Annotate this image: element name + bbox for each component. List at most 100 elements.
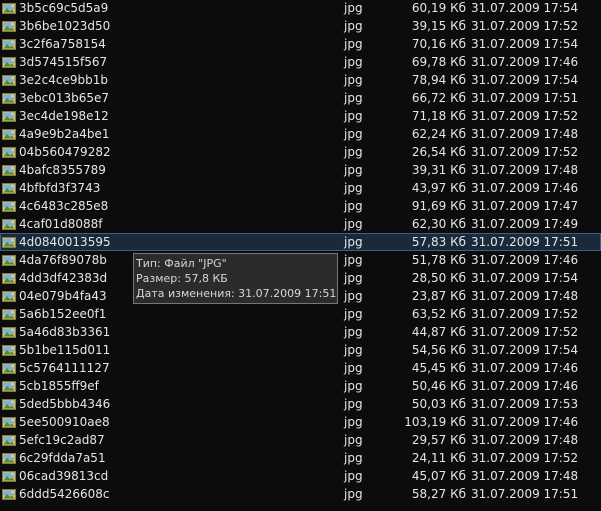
file-row[interactable]: 4caf01d8088f jpg 62,30 Кб 31.07.2009 17:… [0, 215, 601, 233]
file-name: 3b6be1023d50 [19, 19, 111, 33]
file-row[interactable]: 3b5c69c5d5a9 jpg 60,19 Кб 31.07.2009 17:… [0, 0, 601, 17]
file-size: 103,19 Кб [404, 415, 466, 429]
jpg-image-file-icon [2, 237, 16, 248]
file-extension: jpg [344, 397, 363, 411]
file-size: 24,11 Кб [411, 451, 466, 465]
file-size: 43,97 Кб [411, 181, 466, 195]
file-row[interactable]: 4c6483c285e8 jpg 91,69 Кб 31.07.2009 17:… [0, 197, 601, 215]
file-extension: jpg [344, 343, 363, 357]
file-extension: jpg [344, 289, 363, 303]
file-row[interactable]: 6c29fdda7a51 jpg 24,11 Кб 31.07.2009 17:… [0, 449, 601, 467]
jpg-image-file-icon [2, 183, 16, 194]
file-size: 78,94 Кб [411, 73, 466, 87]
file-extension: jpg [344, 271, 363, 285]
file-row[interactable]: 3c2f6a758154 jpg 70,16 Кб 31.07.2009 17:… [0, 35, 601, 53]
file-row[interactable]: 5cb1855ff9ef jpg 50,46 Кб 31.07.2009 17:… [0, 377, 601, 395]
file-extension: jpg [344, 55, 363, 69]
file-size: 63,52 Кб [411, 307, 466, 321]
jpg-image-file-icon [2, 3, 16, 14]
jpg-image-file-icon [2, 327, 16, 338]
file-row[interactable]: 5a46d83b3361 jpg 44,87 Кб 31.07.2009 17:… [0, 323, 601, 341]
file-size: 70,16 Кб [411, 37, 466, 51]
file-size: 50,03 Кб [411, 397, 466, 411]
file-row[interactable]: 3e2c4ce9bb1b jpg 78,94 Кб 31.07.2009 17:… [0, 71, 601, 89]
file-extension: jpg [344, 73, 363, 87]
file-row[interactable]: 3ebc013b65e7 jpg 66,72 Кб 31.07.2009 17:… [0, 89, 601, 107]
file-row[interactable]: 06cad39813cd jpg 45,07 Кб 31.07.2009 17:… [0, 467, 601, 485]
file-row[interactable]: 3d574515f567 jpg 69,78 Кб 31.07.2009 17:… [0, 53, 601, 71]
file-name: 5b1be115d011 [19, 343, 111, 357]
file-row[interactable]: 5c5764111127 jpg 45,45 Кб 31.07.2009 17:… [0, 359, 601, 377]
file-row[interactable]: 5a6b152ee0f1 jpg 63,52 Кб 31.07.2009 17:… [0, 305, 601, 323]
file-row[interactable]: 3ec4de198e12 jpg 71,18 Кб 31.07.2009 17:… [0, 107, 601, 125]
file-modified-date: 31.07.2009 17:51 [471, 91, 579, 105]
file-size: 58,27 Кб [411, 487, 466, 501]
file-modified-date: 31.07.2009 17:53 [471, 397, 579, 411]
file-size: 66,72 Кб [411, 91, 466, 105]
file-row-selected[interactable]: 4d0840013595 jpg 57,83 Кб 31.07.2009 17:… [0, 233, 601, 251]
file-name: 3b5c69c5d5a9 [19, 1, 109, 15]
file-name: 6ddd5426608c [19, 487, 110, 501]
file-name: 4d0840013595 [19, 235, 111, 249]
file-size: 45,07 Кб [411, 469, 466, 483]
file-name: 3ec4de198e12 [19, 109, 109, 123]
jpg-image-file-icon [2, 201, 16, 212]
jpg-image-file-icon [2, 219, 16, 230]
jpg-image-file-icon [2, 147, 16, 158]
file-modified-date: 31.07.2009 17:54 [471, 37, 579, 51]
file-name: 5cb1855ff9ef [19, 379, 99, 393]
file-name: 5c5764111127 [19, 361, 110, 375]
file-modified-date: 31.07.2009 17:46 [471, 55, 579, 69]
file-modified-date: 31.07.2009 17:52 [471, 109, 579, 123]
file-row[interactable]: 3b6be1023d50 jpg 39,15 Кб 31.07.2009 17:… [0, 17, 601, 35]
tooltip-type: Тип: Файл "JPG" [136, 257, 227, 270]
file-row[interactable]: 5b1be115d011 jpg 54,56 Кб 31.07.2009 17:… [0, 341, 601, 359]
file-row[interactable]: 4a9e9b2a4be1 jpg 62,24 Кб 31.07.2009 17:… [0, 125, 601, 143]
file-extension: jpg [344, 253, 363, 267]
file-modified-date: 31.07.2009 17:48 [471, 433, 579, 447]
file-name: 3d574515f567 [19, 55, 108, 69]
file-row[interactable]: 5efc19c2ad87 jpg 29,57 Кб 31.07.2009 17:… [0, 431, 601, 449]
file-name: 06cad39813cd [19, 469, 109, 483]
file-size: 28,50 Кб [411, 271, 466, 285]
file-name: 4a9e9b2a4be1 [19, 127, 110, 141]
file-extension: jpg [344, 19, 363, 33]
file-size: 29,57 Кб [411, 433, 466, 447]
file-info-tooltip: Тип: Файл "JPG" Размер: 57,8 КБ Дата изм… [133, 253, 338, 304]
file-modified-date: 31.07.2009 17:46 [471, 415, 579, 429]
file-row[interactable]: 6ddd5426608c jpg 58,27 Кб 31.07.2009 17:… [0, 485, 601, 503]
file-list[interactable]: 3b5c69c5d5a9 jpg 60,19 Кб 31.07.2009 17:… [0, 0, 601, 503]
jpg-image-file-icon [2, 111, 16, 122]
file-name: 04b560479282 [19, 145, 111, 159]
file-name: 5ded5bbb4346 [19, 397, 111, 411]
file-size: 62,24 Кб [411, 127, 466, 141]
file-modified-date: 31.07.2009 17:48 [471, 289, 579, 303]
jpg-image-file-icon [2, 39, 16, 50]
file-extension: jpg [344, 217, 363, 231]
file-extension: jpg [344, 181, 363, 195]
file-extension: jpg [344, 361, 363, 375]
file-extension: jpg [344, 469, 363, 483]
file-row[interactable]: 04b560479282 jpg 26,54 Кб 31.07.2009 17:… [0, 143, 601, 161]
file-size: 23,87 Кб [411, 289, 466, 303]
file-size: 62,30 Кб [411, 217, 466, 231]
file-row[interactable]: 4bfbfd3f3743 jpg 43,97 Кб 31.07.2009 17:… [0, 179, 601, 197]
jpg-image-file-icon [2, 309, 16, 320]
jpg-image-file-icon [2, 489, 16, 500]
file-row[interactable]: 5ded5bbb4346 jpg 50,03 Кб 31.07.2009 17:… [0, 395, 601, 413]
file-name: 4bfbfd3f3743 [19, 181, 101, 195]
jpg-image-file-icon [2, 471, 16, 482]
file-extension: jpg [344, 37, 363, 51]
file-size: 26,54 Кб [411, 145, 466, 159]
file-row[interactable]: 5ee500910ae8 jpg 103,19 Кб 31.07.2009 17… [0, 413, 601, 431]
file-name: 5efc19c2ad87 [19, 433, 105, 447]
file-size: 91,69 Кб [411, 199, 466, 213]
file-modified-date: 31.07.2009 17:48 [471, 163, 579, 177]
file-extension: jpg [344, 415, 363, 429]
file-modified-date: 31.07.2009 17:51 [471, 487, 579, 501]
file-modified-date: 31.07.2009 17:54 [471, 271, 579, 285]
file-modified-date: 31.07.2009 17:52 [471, 451, 579, 465]
file-size: 69,78 Кб [411, 55, 466, 69]
file-size: 57,83 Кб [411, 235, 466, 249]
file-row[interactable]: 4bafc8355789 jpg 39,31 Кб 31.07.2009 17:… [0, 161, 601, 179]
